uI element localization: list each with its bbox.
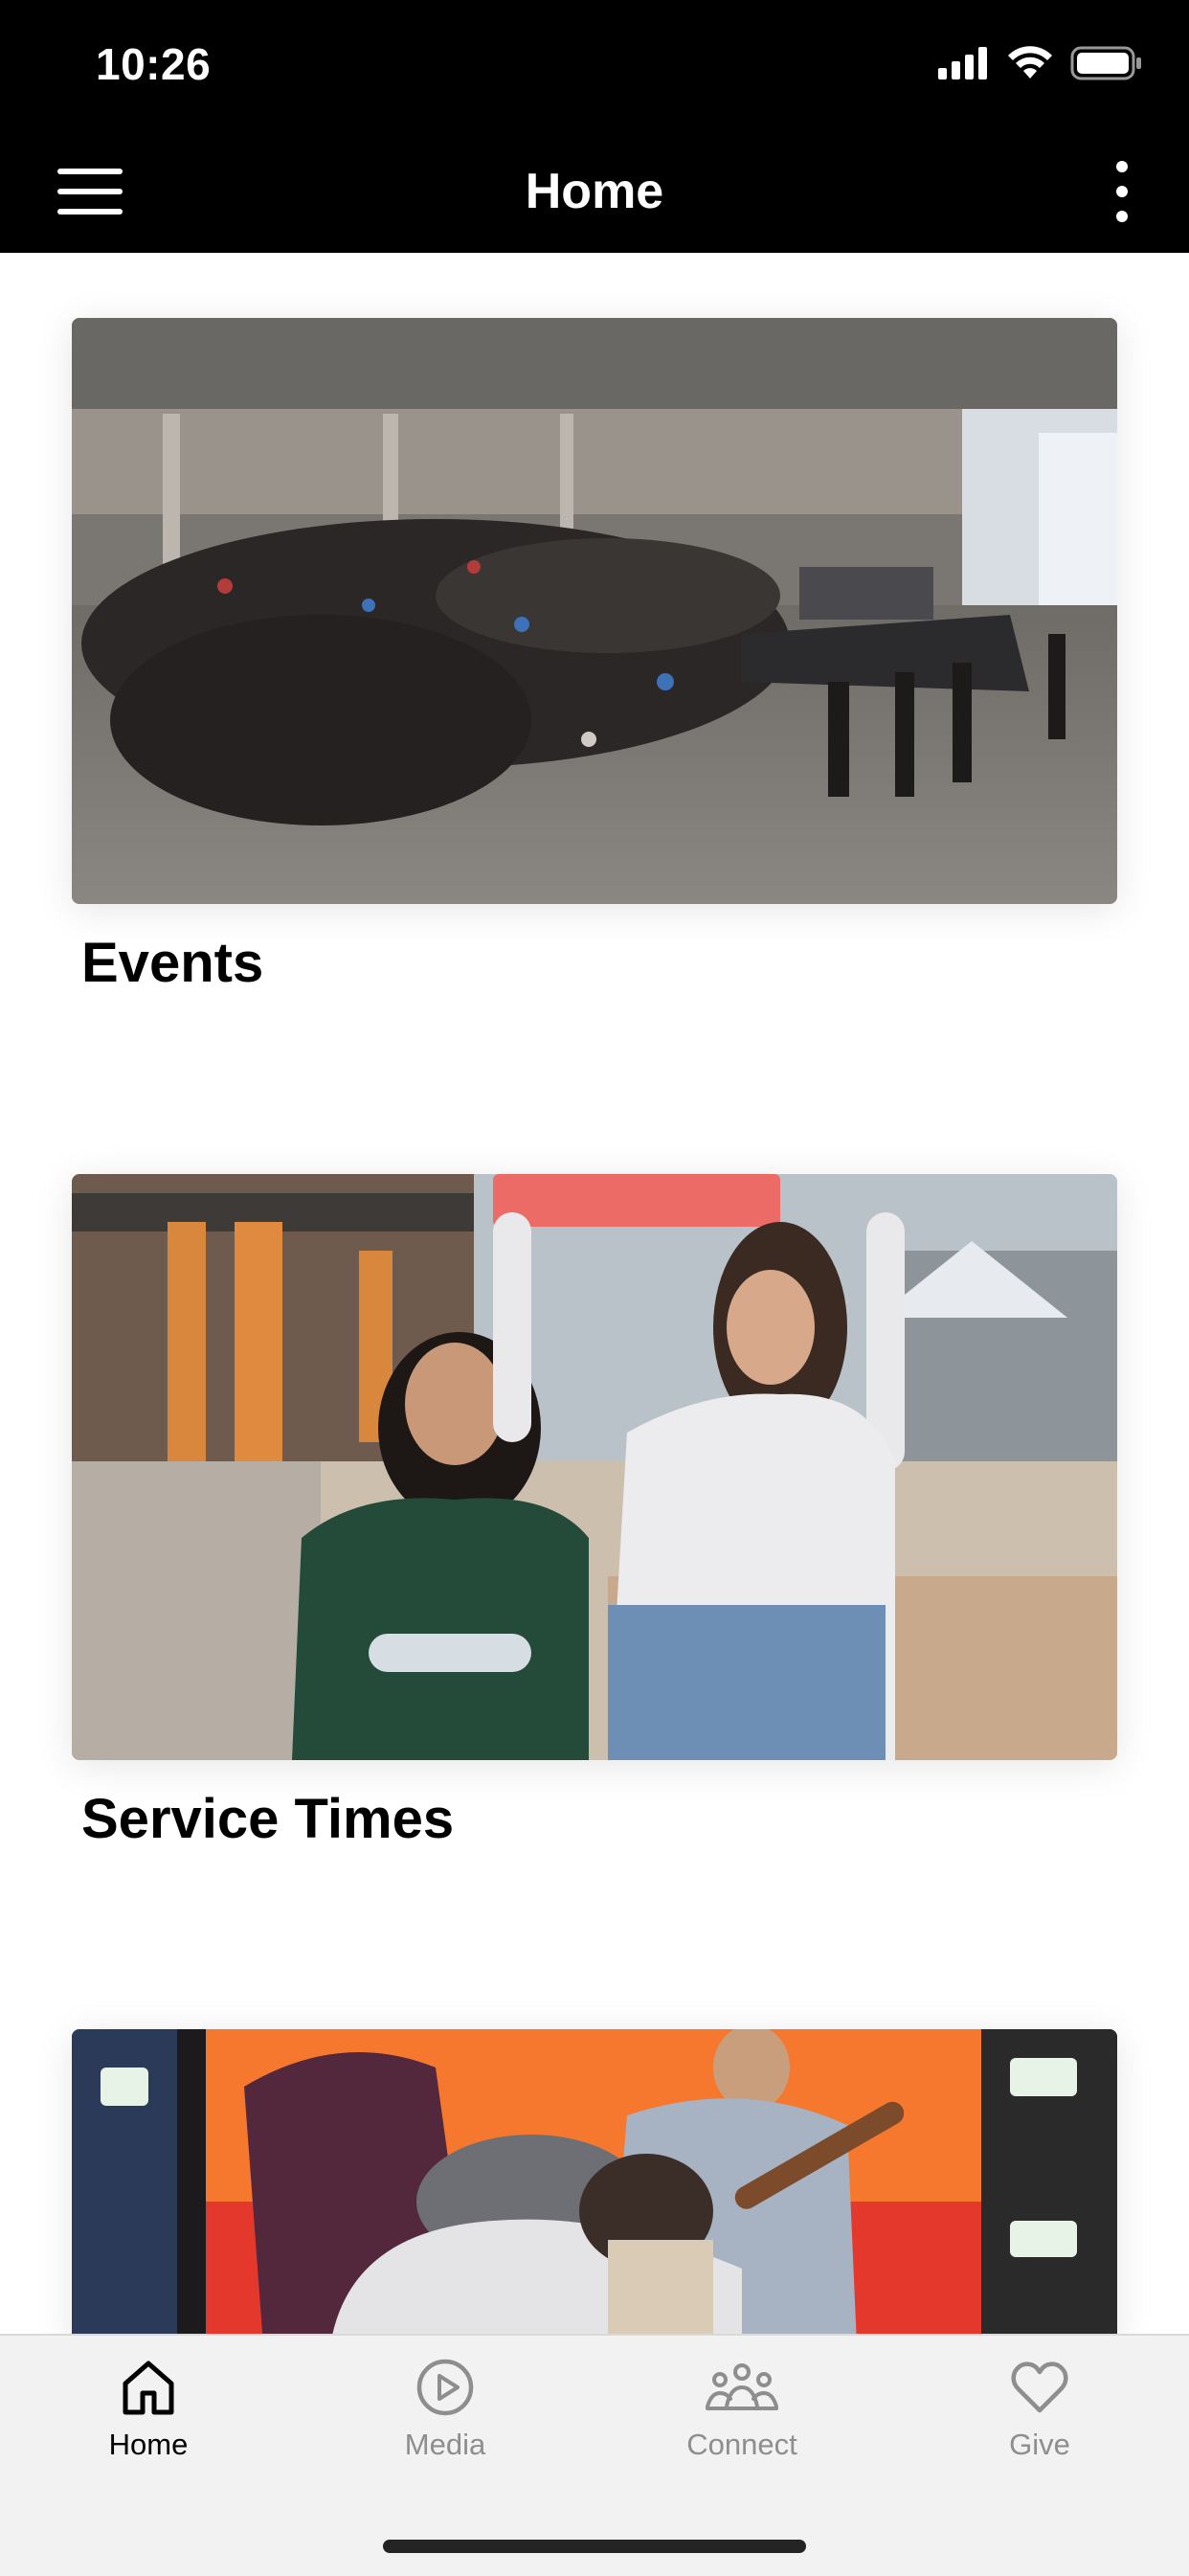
tab-bar: Home Media Connect Give <box>0 2334 1189 2576</box>
tab-connect-label: Connect <box>686 2428 797 2461</box>
events-card[interactable]: Events <box>72 318 1117 995</box>
wifi-icon <box>1008 46 1052 79</box>
home-icon <box>123 2361 174 2415</box>
events-image <box>72 318 1117 904</box>
tab-home[interactable]: Home <box>53 2357 244 2462</box>
heart-icon <box>1011 2361 1068 2413</box>
status-icons <box>938 46 1143 80</box>
nav-bar: Home <box>0 126 1189 253</box>
tab-home-label: Home <box>108 2428 189 2461</box>
tab-give-label: Give <box>1009 2428 1070 2461</box>
tab-media[interactable]: Media <box>349 2357 541 2462</box>
status-bar: 10:26 <box>0 0 1189 126</box>
service-times-title: Service Times <box>81 1788 455 1850</box>
battery-icon <box>1070 46 1141 80</box>
service-times-image <box>72 1174 1117 1760</box>
group-icon <box>706 2363 778 2410</box>
service-times-card[interactable]: Service Times <box>72 1174 1117 1851</box>
cellular-signal-icon <box>938 47 987 79</box>
events-title: Events <box>81 932 264 994</box>
tab-give[interactable]: Give <box>944 2357 1135 2462</box>
tab-connect[interactable]: Connect <box>646 2357 838 2462</box>
more-options-icon[interactable] <box>1103 161 1141 222</box>
play-circle-icon <box>416 2359 474 2416</box>
worship-image <box>72 2029 1117 2345</box>
tab-media-label: Media <box>404 2428 486 2461</box>
status-time: 10:26 <box>96 39 212 89</box>
home-indicator <box>383 2540 806 2553</box>
page-title: Home <box>525 164 664 219</box>
worship-card[interactable] <box>72 2029 1117 2372</box>
